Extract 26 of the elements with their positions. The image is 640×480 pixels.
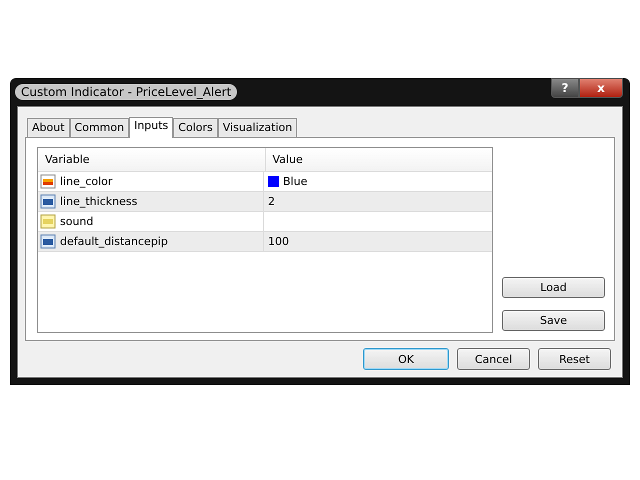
dialog-button[interactable]: Reset [538, 348, 611, 370]
column-header[interactable]: Value [266, 148, 492, 171]
tab[interactable]: Common [70, 118, 130, 137]
variable-value: 100 [268, 235, 289, 248]
help-button[interactable]: ? [551, 78, 579, 98]
close-button[interactable]: x [579, 78, 623, 98]
column-header[interactable]: Variable [38, 148, 266, 171]
color-input-icon [40, 174, 56, 189]
tab[interactable]: Inputs [129, 117, 174, 138]
number-input-icon [40, 194, 56, 209]
tab[interactable]: Visualization [218, 118, 298, 137]
variable-name: default_distancepip [60, 235, 168, 248]
variable-value: Blue [283, 175, 308, 188]
number-input-icon [40, 234, 56, 249]
dialog-button[interactable]: Cancel [457, 348, 530, 370]
tab[interactable]: About [27, 118, 70, 137]
variable-name: line_color [60, 175, 112, 188]
dialog-button[interactable]: OK [363, 348, 449, 370]
tab[interactable]: Colors [173, 118, 218, 137]
side-button[interactable]: Load [502, 277, 605, 298]
variable-name: line_thickness [60, 195, 138, 208]
variable-name: sound [60, 215, 94, 228]
side-button[interactable]: Save [502, 310, 605, 331]
text-input-icon [40, 214, 56, 229]
window-title: Custom Indicator - PriceLevel_Alert [15, 84, 238, 100]
variable-value: 2 [268, 195, 275, 208]
